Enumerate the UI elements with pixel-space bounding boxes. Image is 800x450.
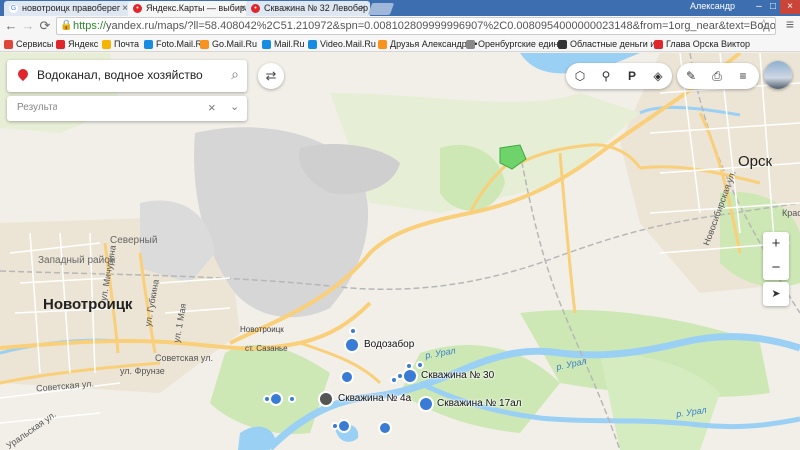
bookmark-item[interactable]: Video.Mail.Ru (308, 37, 376, 51)
map-tools-toolbar: ✎ ⎙ ≡ (677, 63, 759, 89)
traffic-icon[interactable]: ⬡ (567, 63, 593, 89)
bookmark-label: Go.Mail.Ru (212, 39, 258, 49)
chevron-down-icon[interactable]: ⌄ (230, 100, 239, 113)
close-tab-icon[interactable]: × (360, 1, 366, 16)
bookmark-star-icon[interactable]: ☆ (757, 16, 770, 33)
bookmark-item[interactable]: Оренбургские един (466, 37, 558, 51)
zoom-controls: + − (763, 232, 789, 280)
station-label-novotroitsk: Новотроицк (240, 325, 284, 334)
point-label-4a[interactable]: Скважина № 4а (338, 393, 411, 404)
mailru-icon (262, 40, 271, 49)
bookmark-item[interactable]: Яндекс (56, 37, 98, 51)
orenburg-icon (466, 40, 475, 49)
video-icon (308, 40, 317, 49)
map-pin-icon (15, 66, 31, 82)
browser-tab[interactable]: G новотроицк правоберег × (4, 1, 132, 16)
zoom-in-icon[interactable]: + (763, 232, 789, 256)
transport-icon[interactable]: ⚲ (593, 63, 619, 89)
avatar[interactable] (764, 61, 792, 89)
mail-icon (102, 40, 111, 49)
street-label: Советская ул. (155, 353, 213, 363)
point-label-vodozabor[interactable]: Водозабор (364, 339, 414, 350)
zoom-out-icon[interactable]: − (763, 256, 789, 280)
lock-icon: 🔒 (60, 20, 73, 31)
parking-icon[interactable]: P (619, 63, 645, 89)
station-label-sazanye: ст. Сазанье (245, 344, 288, 353)
yandex-maps-icon: • (251, 4, 260, 13)
map-layers-toolbar: ⬡ ⚲ P ◈ (566, 63, 672, 89)
search-input[interactable]: Водоканал, водное хозяйство (37, 68, 203, 82)
bookmark-label: Глава Орска Виктор (666, 39, 751, 49)
print-icon[interactable]: ⎙ (704, 63, 730, 89)
yandex-icon (56, 40, 65, 49)
street-label: ул. Фрунзе (120, 366, 165, 376)
bookmark-label: Сервисы (16, 39, 54, 49)
bookmarks-bar: Сервисы Яндекс Почта Foto.Mail.Ru Go.Mail.Ru… (0, 36, 800, 52)
bookmark-item[interactable]: Mail.Ru (262, 37, 305, 51)
forward-icon[interactable]: → (20, 18, 36, 34)
browser-tab[interactable]: • Скважина № 32 Левобер × (246, 1, 370, 16)
bookmark-label: Яндекс (68, 39, 99, 49)
point-label-17al[interactable]: Скважина № 17ал (437, 398, 522, 409)
maximize-icon[interactable]: □ (766, 0, 780, 14)
foto-icon (144, 40, 153, 49)
city-label-novotroitsk: Новотроицк (43, 296, 133, 313)
bookmark-label: Video.Mail.Ru (320, 39, 376, 49)
minimize-icon[interactable]: – (752, 0, 766, 14)
bookmark-item[interactable]: Foto.Mail.Ru (144, 37, 207, 51)
bookmark-item[interactable]: Сервисы (4, 37, 53, 51)
browser-menu-icon[interactable]: ≡ (786, 16, 794, 32)
browser-tab-bar: G новотроицк правоберег × • Яндекс.Карты… (0, 0, 800, 16)
bookmark-item[interactable]: Областные деньги и (558, 37, 655, 51)
apps-icon (4, 40, 13, 49)
results-panel[interactable]: Результат × ⌄ (7, 96, 247, 121)
region-icon (558, 40, 567, 49)
browser-user-name[interactable]: Александр (690, 1, 735, 11)
back-icon[interactable]: ← (3, 18, 19, 34)
browser-toolbar: ← → ⟳ 🔒 https://yandex.ru/maps/?ll=58.408… (0, 16, 800, 36)
go-icon (200, 40, 209, 49)
search-panel[interactable]: Водоканал, водное хозяйство ⌕ (7, 60, 247, 92)
yandex-maps-icon: • (133, 4, 142, 13)
youtube-icon (654, 40, 663, 49)
browser-tab-active[interactable]: • Яндекс.Карты — выбира × (128, 1, 250, 16)
menu-icon[interactable]: ≡ (730, 63, 756, 89)
city-label-orsk: Орск (738, 153, 773, 170)
tab-title: Яндекс.Карты — выбира (146, 3, 250, 13)
redaction-block (57, 98, 93, 120)
ruler-icon[interactable]: ✎ (678, 63, 704, 89)
search-icon[interactable]: ⌕ (231, 66, 239, 83)
district-label-severny: Северный (110, 235, 158, 246)
geolocation-icon[interactable]: ➤ (763, 282, 789, 306)
bookmark-label: Mail.Ru (274, 39, 305, 49)
bookmark-label: Оренбургские един (478, 39, 559, 49)
results-label: Результат (17, 102, 63, 113)
tab-title: Скважина № 32 Левобер (264, 3, 368, 13)
bookmark-item[interactable]: Друзья Александра • (378, 37, 477, 51)
bookmark-label: Друзья Александра • (390, 39, 478, 49)
point-label-30[interactable]: Скважина № 30 (421, 370, 494, 381)
route-icon[interactable]: ⇄ (258, 63, 284, 89)
new-tab-button[interactable] (367, 3, 395, 15)
bookmark-item[interactable]: Go.Mail.Ru (200, 37, 257, 51)
ok-icon (378, 40, 387, 49)
clear-results-icon[interactable]: × (208, 100, 216, 115)
reload-icon[interactable]: ⟳ (37, 18, 53, 34)
bookmark-label: Областные деньги и (570, 39, 656, 49)
bookmark-item[interactable]: Глава Орска Виктор (654, 37, 750, 51)
address-bar[interactable]: 🔒 https://yandex.ru/maps/?ll=58.408042%2C… (56, 17, 776, 35)
close-window-icon[interactable]: × (780, 0, 800, 14)
tab-title: новотроицк правоберег (22, 3, 121, 13)
bookmark-item[interactable]: Почта (102, 37, 139, 51)
street-label: Красн (782, 208, 800, 218)
layers-icon[interactable]: ◈ (645, 63, 671, 89)
bookmark-label: Почта (114, 39, 139, 49)
google-icon: G (9, 4, 18, 13)
